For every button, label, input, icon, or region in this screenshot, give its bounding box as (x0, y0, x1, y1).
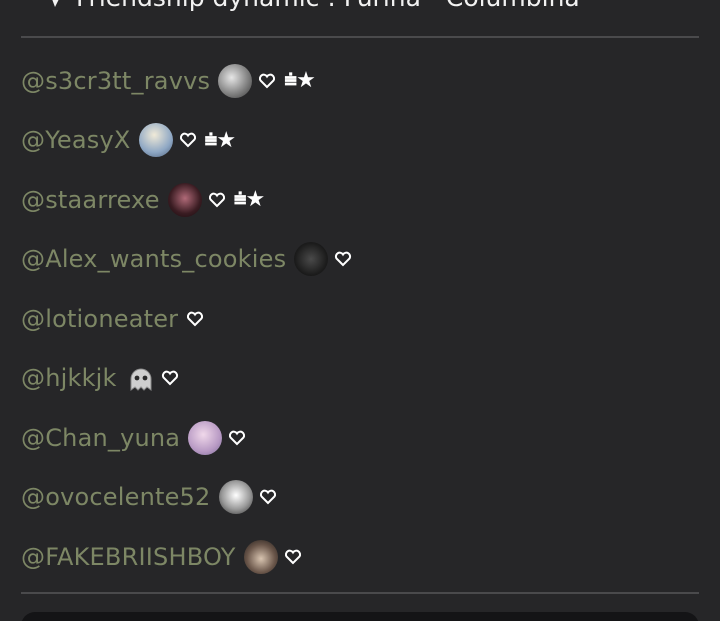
list-item: @staarrexe ⩧★ (21, 170, 701, 230)
heart-icon (284, 549, 301, 565)
heart-icon (187, 311, 204, 327)
user-mention-link[interactable]: @Alex_wants_cookies (21, 245, 286, 273)
list-item: @FAKEBRIISHBOY (21, 527, 701, 587)
list-item: @YeasyX ⩧★ (21, 111, 701, 171)
heart-icon (259, 489, 276, 505)
heart-icon (161, 370, 178, 386)
header: Friendship dynamic : Furina - Columbina (40, 0, 580, 12)
heart-icon (179, 132, 196, 148)
paper-plane-icon (52, 0, 59, 7)
user-mention-link[interactable]: @YeasyX (21, 126, 131, 154)
user-mention-link[interactable]: @lotioneater (21, 305, 178, 333)
user-mention-link[interactable]: @FAKEBRIISHBOY (21, 543, 236, 571)
avatar[interactable] (218, 480, 253, 515)
bottom-divider (21, 592, 699, 594)
list-item: @Chan_yuna (21, 408, 701, 468)
avatar[interactable] (188, 420, 223, 455)
heart-icon (335, 251, 352, 267)
user-mention-link[interactable]: @ovocelente52 (21, 483, 211, 511)
user-mention-link[interactable]: @staarrexe (21, 186, 160, 214)
heart-icon (259, 73, 276, 89)
avatar[interactable] (294, 242, 329, 277)
avatar[interactable] (167, 182, 202, 217)
heart-icon (208, 192, 225, 208)
list-item: @ovocelente52 (21, 468, 701, 528)
list-item: @lotioneater (21, 289, 701, 349)
list-item: @s3cr3tt_ravvs ⩧★ (21, 51, 701, 111)
list-item: @Alex_wants_cookies (21, 230, 701, 290)
heart-icon (229, 430, 246, 446)
user-mention-link[interactable]: @Chan_yuna (21, 424, 180, 452)
decoration: ⩧★ (204, 127, 237, 153)
mentions-page: Friendship dynamic : Furina - Columbina … (0, 0, 720, 621)
mention-list: @s3cr3tt_ravvs ⩧★ @YeasyX ⩧★ @staarrexe … (21, 51, 701, 587)
bottom-bar (21, 612, 699, 621)
top-divider (21, 36, 699, 38)
ghost-emoji-icon (130, 368, 152, 392)
header-title: Friendship dynamic : Furina - Columbina (76, 0, 580, 12)
avatar[interactable] (218, 63, 253, 98)
user-mention-link[interactable]: @s3cr3tt_ravvs (21, 67, 210, 95)
list-item: @hjkkjk (21, 349, 701, 409)
avatar[interactable] (243, 539, 278, 574)
avatar[interactable] (138, 123, 173, 158)
decoration: ⩧★ (233, 187, 266, 213)
user-mention-link[interactable]: @hjkkjk (21, 364, 117, 392)
decoration: ⩧★ (284, 68, 316, 94)
